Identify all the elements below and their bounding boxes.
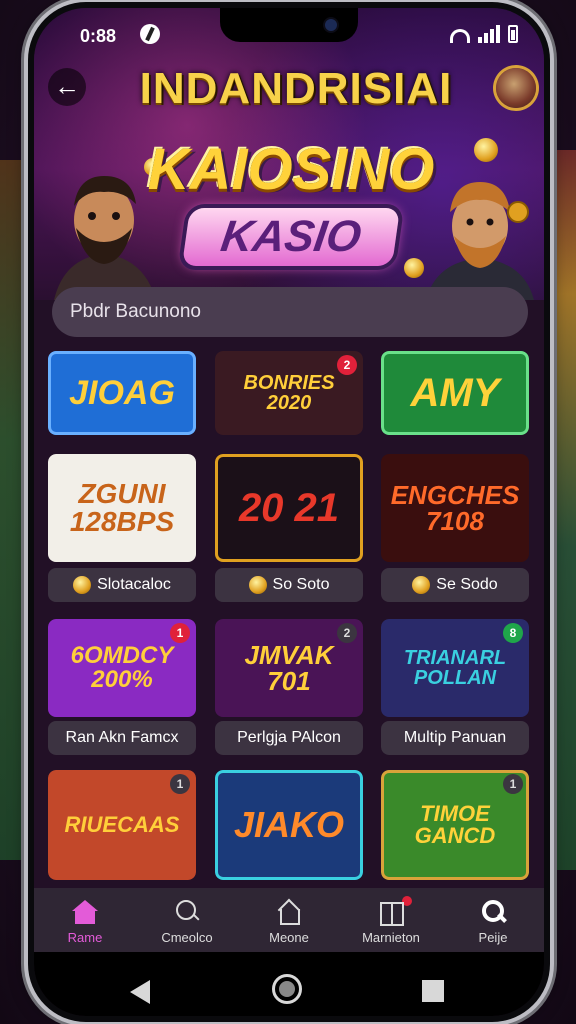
game-tile-label: Perlgja PAlcon <box>215 721 363 755</box>
game-tile[interactable]: RIUECAAS 1 <box>48 770 196 880</box>
game-tile[interactable]: ZGUNI 128BPS Slotacaloc <box>48 454 196 604</box>
nav-item-home[interactable]: Rame <box>34 888 136 952</box>
game-tile[interactable]: JMVAK 701 2 Perlgja PAlcon <box>215 619 363 755</box>
game-tile-art: ENGCHES 7108 <box>381 454 529 562</box>
game-tile-label: Slotacaloc <box>48 568 196 602</box>
logo-title: KAIOSINO <box>147 137 435 202</box>
camera-notch <box>220 8 358 42</box>
game-tile[interactable]: 20 21 So Soto <box>215 454 363 604</box>
notification-dot <box>402 896 412 906</box>
status-indicators <box>450 25 518 43</box>
game-tile-label: So Soto <box>215 568 363 602</box>
coin-icon <box>474 138 498 162</box>
magnifier-icon <box>480 900 506 924</box>
bottom-navigation: Rame Cmeolco Meone Marnieton Peije <box>34 888 544 952</box>
game-tile[interactable]: BONRIES 2020 2 <box>215 351 363 435</box>
back-button[interactable]: ← <box>48 68 86 106</box>
app-screen: KAIOSINO KASIO 0:88 ← INDANDRISIAI Pbdr … <box>34 8 544 1016</box>
notification-badge: 2 <box>337 355 357 375</box>
nav-item-find[interactable]: Peije <box>442 888 544 952</box>
house-outline-icon <box>276 900 302 925</box>
game-tile[interactable]: 6OMDCY 200% 1 Ran Akn Famcx <box>48 619 196 755</box>
system-back-icon[interactable] <box>130 980 150 1004</box>
phone-frame: KAIOSINO KASIO 0:88 ← INDANDRISIAI Pbdr … <box>28 2 550 1022</box>
notification-badge: 1 <box>170 774 190 794</box>
front-camera-icon <box>325 19 337 31</box>
notification-badge: 8 <box>503 623 523 643</box>
system-recents-icon[interactable] <box>422 980 444 1002</box>
system-home-icon[interactable] <box>272 974 302 1004</box>
game-tile-art: ZGUNI 128BPS <box>48 454 196 562</box>
nav-item-lobby[interactable]: Meone <box>238 888 340 952</box>
casino-logo: KAIOSINO KASIO <box>146 126 436 286</box>
game-tile[interactable]: ENGCHES 7108 Se Sodo <box>381 454 529 604</box>
avatar[interactable] <box>496 68 536 108</box>
arrow-left-icon: ← <box>54 71 80 101</box>
book-icon <box>378 896 412 926</box>
game-tile-label: Se Sodo <box>381 568 529 602</box>
game-tile-art: JIOAG <box>48 351 196 435</box>
status-app-icon <box>140 24 160 44</box>
page-title: INDANDRISIAI <box>139 64 453 113</box>
game-tile[interactable]: TIMOE GANCD 1 <box>381 770 529 880</box>
system-navigation-bar <box>34 952 544 1016</box>
search-input[interactable]: Pbdr Bacunono <box>52 287 528 337</box>
notification-badge: 2 <box>337 623 357 643</box>
coin-icon <box>412 575 431 594</box>
game-tile-label: Ran Akn Famcx <box>48 721 196 755</box>
status-time: 0:88 <box>80 26 117 46</box>
notification-badge: 1 <box>503 774 523 794</box>
battery-icon <box>508 25 518 43</box>
game-tile[interactable]: TRIANARL POLLAN 8 Multip Panuan <box>381 619 529 755</box>
dice-icon <box>73 575 92 594</box>
game-tile-label: Multip Panuan <box>381 721 529 755</box>
nav-item-library[interactable]: Marnieton <box>340 888 442 952</box>
game-tile-art: 20 21 <box>215 454 363 562</box>
nav-item-search[interactable]: Cmeolco <box>136 888 238 952</box>
game-tile[interactable]: JIOAG <box>48 351 196 435</box>
signal-icon <box>478 25 500 43</box>
game-tile[interactable]: AMY <box>381 351 529 435</box>
game-tile-art: AMY <box>381 351 529 435</box>
search-icon <box>174 900 200 924</box>
right-character-illustration <box>426 182 534 300</box>
notification-badge: 1 <box>170 623 190 643</box>
home-icon <box>72 900 98 924</box>
logo-subtitle: KASIO <box>181 208 401 266</box>
status-bar: 0:88 <box>34 8 544 62</box>
game-tile[interactable]: JIAKO <box>215 770 363 880</box>
coin-icon <box>248 575 267 594</box>
wifi-icon <box>450 29 470 43</box>
game-tile-art: JIAKO <box>215 770 363 880</box>
